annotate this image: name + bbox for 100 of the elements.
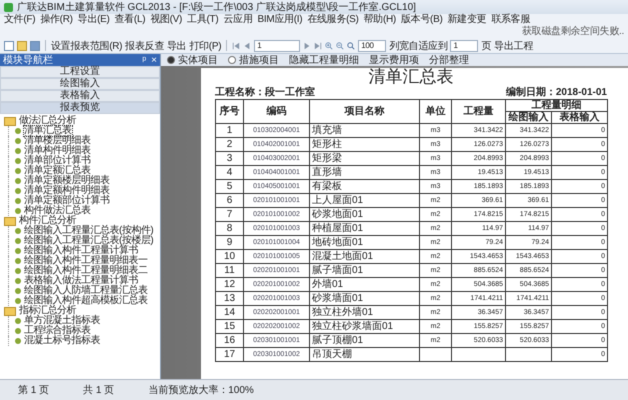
total-status: 共 1 页 bbox=[83, 384, 114, 397]
tree-item[interactable]: 混凝土标号指标表 bbox=[24, 336, 100, 346]
module-button[interactable]: 报表预览 bbox=[0, 102, 160, 114]
table-cell: 6 bbox=[216, 194, 244, 208]
table-cell: 13 bbox=[216, 292, 244, 306]
tree-item[interactable]: 绘图输入构件超高模板汇总表 bbox=[24, 296, 148, 306]
next-page-icon[interactable] bbox=[303, 42, 312, 50]
tree-item[interactable]: 表格输入做法工程量计算书 bbox=[24, 276, 138, 286]
fit-label: 列宽自适应到 bbox=[389, 40, 448, 52]
table-cell: 15 bbox=[216, 320, 244, 334]
tree-item[interactable]: 清单定额楼层明细表 bbox=[24, 176, 110, 186]
menu-item[interactable]: 帮助(H) bbox=[364, 14, 396, 26]
tree-folder[interactable]: 指标汇总分析 bbox=[19, 306, 76, 316]
radio-option[interactable]: 实体项目 bbox=[167, 53, 218, 67]
unit-label: 页 bbox=[481, 40, 492, 52]
toolbar-button[interactable]: 分部整理 bbox=[429, 53, 469, 67]
project-name: 工程名称：段一工作室 bbox=[215, 87, 315, 99]
toolbar-button[interactable]: 显示费用项 bbox=[369, 53, 419, 67]
table-cell: 矩形梁 bbox=[310, 152, 420, 166]
table-cell: 种植屋面01 bbox=[310, 222, 420, 236]
table-cell: 腻子顶棚01 bbox=[310, 334, 420, 348]
column-header: 编码 bbox=[244, 100, 310, 124]
table-cell: 16 bbox=[216, 334, 244, 348]
toolbar-button[interactable]: 报表反查 bbox=[125, 38, 164, 52]
tree-item[interactable]: 清单定额汇总表 bbox=[24, 166, 90, 176]
search-icon[interactable] bbox=[347, 42, 356, 50]
menu-item[interactable]: 查看(L) bbox=[114, 14, 146, 26]
column-header: 单位 bbox=[420, 100, 452, 124]
table-cell: 独立柱砂浆墙面01 bbox=[310, 320, 420, 334]
tree-item[interactable]: 清单定额构件明细表 bbox=[24, 186, 110, 196]
zoom-in-icon[interactable] bbox=[325, 42, 334, 50]
module-button[interactable]: 工程设置 bbox=[0, 66, 160, 78]
table-cell: 吊顶天棚 bbox=[310, 348, 420, 362]
table-cell: 填充墙 bbox=[310, 124, 420, 138]
menu-item[interactable]: 工具(T) bbox=[187, 14, 218, 26]
tree-item[interactable]: 绘图输入构件工程量明细表一 bbox=[24, 256, 148, 266]
tree-item[interactable]: 绘图输入构件工程量计算书 bbox=[24, 246, 138, 256]
tree-item[interactable]: 绘图输入构件工程量明细表二 bbox=[24, 266, 148, 276]
tree-item[interactable]: 构件做法汇总表 bbox=[24, 206, 90, 216]
menu-item[interactable]: 文件(F) bbox=[4, 14, 36, 26]
tree-item[interactable]: 单方混凝土指标表 bbox=[24, 316, 100, 326]
module-button[interactable]: 表格输入 bbox=[0, 90, 160, 102]
table-cell: 腻子墙面01 bbox=[310, 264, 420, 278]
export-button[interactable]: 导出工程 bbox=[494, 38, 533, 52]
toolbar-button[interactable]: 导出 bbox=[167, 38, 186, 52]
menu-action[interactable]: 新建变更 bbox=[447, 14, 486, 26]
zoom-field[interactable]: 100 bbox=[358, 40, 386, 52]
zoom-status: 当前预览放大率：100% bbox=[148, 384, 254, 397]
new-file-icon[interactable] bbox=[4, 40, 14, 50]
menu-item[interactable]: BIM应用(I) bbox=[257, 14, 302, 26]
previous-page-icon[interactable] bbox=[243, 42, 252, 50]
toolbar-button[interactable]: 隐藏工程量明细 bbox=[289, 53, 359, 67]
last-page-icon[interactable] bbox=[314, 42, 322, 50]
tree-item[interactable]: 绘图输入工程量汇总表(按楼层) bbox=[24, 236, 154, 246]
table-cell: 11 bbox=[216, 264, 244, 278]
radio-option[interactable]: 措施项目 bbox=[228, 53, 279, 67]
first-page-icon[interactable] bbox=[232, 42, 240, 50]
tree-item[interactable]: 工程综合指标表 bbox=[24, 326, 90, 336]
table-cell: 独立柱外墙01 bbox=[310, 306, 420, 320]
column-header: 表格输入 bbox=[552, 112, 608, 124]
table-cell: 8 bbox=[216, 222, 244, 236]
toolbar-button[interactable]: 设置报表范围(R) bbox=[51, 38, 122, 52]
menu-item[interactable]: 版本号(B) bbox=[400, 14, 442, 26]
tree-item[interactable]: 清单部位计算书 bbox=[24, 156, 90, 166]
pin-button[interactable]: ᵖ bbox=[142, 54, 146, 66]
table-cell: 矩形柱 bbox=[310, 138, 420, 152]
tree-folder[interactable]: 构件汇总分析 bbox=[19, 216, 76, 226]
window-title: 广联达BIM土建算量软件 GCL2013 - [F:\段一工作\003 广联达岗成模型\段一工作室.GCL10] bbox=[17, 0, 416, 14]
tree-item[interactable]: 清单楼层明细表 bbox=[24, 136, 90, 146]
tree-folder[interactable]: 做法汇总分析 bbox=[19, 116, 76, 126]
column-header: 序号 bbox=[216, 100, 244, 124]
tree-item[interactable]: 绘图输入工程量汇总表(按构件) bbox=[24, 226, 154, 236]
folder-icon[interactable] bbox=[17, 40, 27, 50]
menu-item[interactable]: 在线服务(S) bbox=[307, 14, 359, 26]
tree-item[interactable]: 清单构件明细表 bbox=[24, 146, 90, 156]
tree-item[interactable]: 绘图输入人防墙工程量汇总表 bbox=[24, 286, 148, 296]
menu-item[interactable]: 操作(R) bbox=[40, 14, 73, 26]
report-date: 编制日期：2018-01-01 bbox=[506, 87, 607, 99]
page-status: 第 1 页 bbox=[18, 384, 50, 397]
toolbar-button[interactable]: 打印(P) bbox=[189, 38, 222, 52]
menu-item[interactable]: 视图(V) bbox=[150, 14, 182, 26]
table-cell: 10 bbox=[216, 250, 244, 264]
table-cell: 3 bbox=[216, 152, 244, 166]
table-cell: 2 bbox=[216, 138, 244, 152]
zoom-out-icon[interactable] bbox=[336, 42, 344, 50]
table-cell: 7 bbox=[216, 208, 244, 222]
close-button[interactable]: × bbox=[151, 54, 157, 66]
save-icon[interactable] bbox=[30, 40, 40, 50]
tree-item[interactable]: 清单定额部位计算书 bbox=[24, 196, 110, 206]
table-cell: 1 bbox=[216, 124, 244, 138]
page-field[interactable]: 1 bbox=[254, 40, 300, 52]
menu-action[interactable]: 联系客服 bbox=[491, 14, 530, 26]
fit-field[interactable]: 1 bbox=[450, 40, 478, 52]
menu-item[interactable]: 云应用 bbox=[223, 14, 252, 26]
table-cell: 12 bbox=[216, 278, 244, 292]
folder-icon bbox=[4, 216, 16, 226]
app-icon bbox=[4, 2, 13, 12]
menu-item[interactable]: 导出(E) bbox=[78, 14, 110, 26]
module-button[interactable]: 绘图输入 bbox=[0, 78, 160, 90]
column-header: 工程量 bbox=[452, 100, 506, 124]
